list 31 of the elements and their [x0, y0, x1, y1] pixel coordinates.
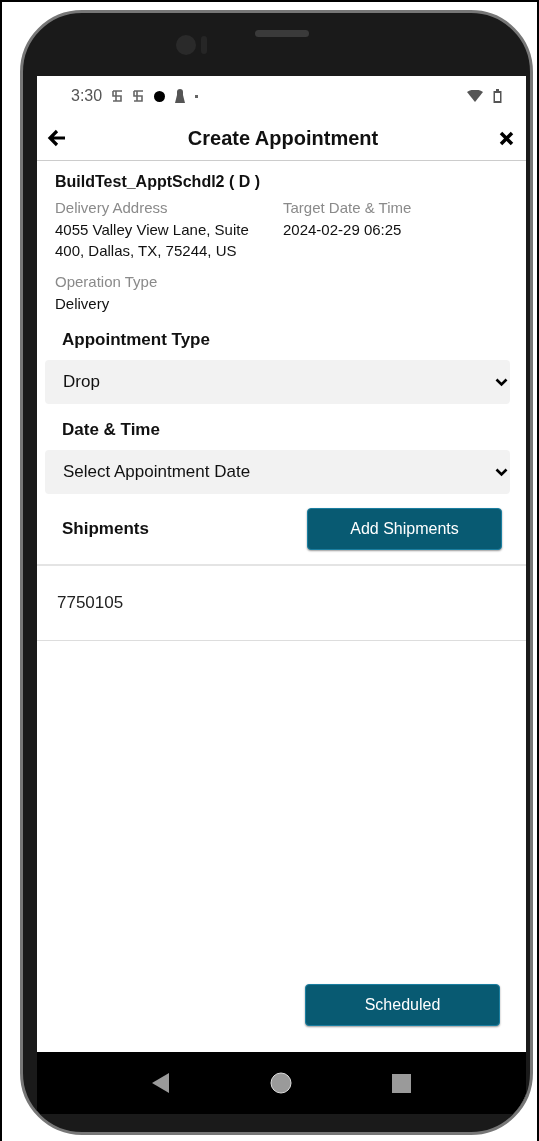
field-label: Operation Type — [55, 273, 159, 290]
notification-icon — [112, 89, 124, 103]
back-icon[interactable] — [152, 1073, 170, 1093]
chevron-down-icon — [495, 377, 508, 387]
field-label: Delivery Address — [55, 199, 169, 216]
keyhole-icon — [175, 89, 186, 103]
section-label: Date & Time — [62, 420, 161, 440]
field-value: 2024-02-29 06:25 — [283, 220, 403, 240]
date-dropdown[interactable]: Select Appointment Date — [45, 450, 510, 494]
field-value: 4055 Valley View Lane, Suite 400, Dallas, TX, 75244, US — [55, 220, 250, 261]
recents-icon[interactable] — [392, 1073, 411, 1093]
notification-icon — [133, 89, 145, 103]
section-label: Appointment Type — [62, 330, 211, 350]
speaker-grille — [254, 30, 309, 37]
section-label: Shipments — [62, 519, 149, 539]
status-time: 3:30 — [71, 87, 103, 105]
close-icon[interactable] — [499, 130, 514, 146]
field-label: Target Date & Time — [283, 199, 413, 216]
add-shipments-button[interactable]: Add Shipments — [307, 508, 502, 550]
dot-icon — [154, 90, 166, 102]
field-value: Delivery — [55, 294, 111, 314]
back-icon[interactable] — [47, 129, 67, 147]
home-icon[interactable] — [270, 1072, 292, 1094]
screen-title: Create Appointment — [187, 126, 379, 150]
wifi-icon — [467, 90, 483, 102]
scheduled-button[interactable]: Scheduled — [305, 984, 500, 1026]
chevron-down-icon — [495, 467, 508, 477]
load-title: BuildTest_ApptSchdl2 ( D ) — [55, 173, 262, 191]
battery-icon — [493, 89, 502, 103]
shipment-item[interactable]: 7750105 — [37, 566, 526, 641]
appointment-type-dropdown[interactable]: Drop — [45, 360, 510, 404]
